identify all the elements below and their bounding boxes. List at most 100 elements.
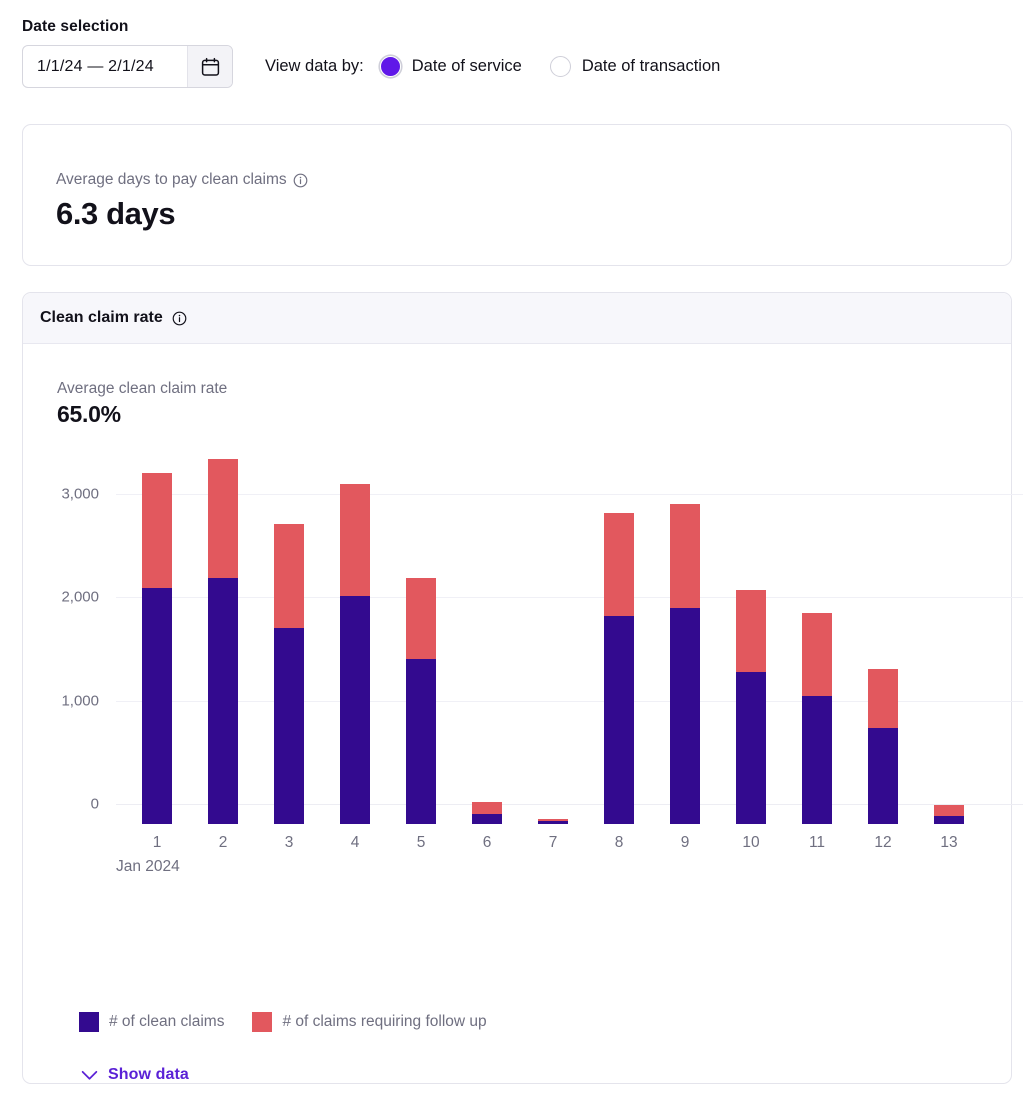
stacked-bar[interactable] <box>868 669 898 824</box>
bar-segment-clean-claims[interactable] <box>934 815 964 824</box>
kpi-value: 6.3 days <box>56 196 176 231</box>
bar-segment-follow-up[interactable] <box>802 613 832 696</box>
radio-date-of-transaction[interactable]: Date of transaction <box>549 56 721 77</box>
bar-segment-follow-up[interactable] <box>604 512 634 617</box>
x-axis-tick-label: 10 <box>742 834 760 851</box>
legend-item-clean-claims[interactable]: # of clean claims <box>79 1012 224 1032</box>
stacked-bar[interactable] <box>472 802 502 824</box>
average-days-to-pay-card: Average days to pay clean claims 6.3 day… <box>22 124 1012 266</box>
bar-segment-follow-up[interactable] <box>472 802 502 814</box>
chart-card-header: Clean claim rate <box>23 293 1011 344</box>
x-axis-tick-label: 8 <box>614 834 624 851</box>
stacked-bar[interactable] <box>142 472 172 824</box>
bar-segment-clean-claims[interactable] <box>736 672 766 824</box>
bar-slot[interactable] <box>784 494 850 824</box>
bar-segment-clean-claims[interactable] <box>274 627 304 824</box>
bar-segment-clean-claims[interactable] <box>538 820 568 824</box>
x-axis-tick-label: 3 <box>284 834 294 851</box>
radio-date-of-transaction-label: Date of transaction <box>581 57 721 75</box>
date-selection-section: Date selection View data by: Date of ser… <box>0 0 1034 88</box>
info-icon[interactable] <box>293 173 308 188</box>
show-data-label: Show data <box>108 1066 189 1083</box>
stacked-bar[interactable] <box>538 818 568 824</box>
stacked-bar[interactable] <box>604 512 634 824</box>
legend-label-clean-claims: # of clean claims <box>109 1013 225 1030</box>
radio-date-of-service-label: Date of service <box>411 57 522 75</box>
average-clean-claim-rate-value: 65.0% <box>57 401 121 427</box>
bar-segment-follow-up[interactable] <box>934 805 964 816</box>
bar-slot[interactable] <box>190 459 256 824</box>
date-range-input-group[interactable] <box>22 45 233 88</box>
bar-segment-follow-up[interactable] <box>736 590 766 673</box>
bar-segment-clean-claims[interactable] <box>340 595 370 824</box>
stacked-bar[interactable] <box>340 484 370 824</box>
bar-slot[interactable] <box>454 494 520 824</box>
x-axis-tick-label: 13 <box>940 834 958 851</box>
bar-slot[interactable] <box>916 494 982 824</box>
radio-indicator-selected[interactable] <box>379 56 401 77</box>
bar-segment-clean-claims[interactable] <box>142 588 172 824</box>
bar-segment-follow-up[interactable] <box>274 524 304 628</box>
radio-indicator-unselected[interactable] <box>549 56 571 77</box>
stacked-bar[interactable] <box>208 459 238 824</box>
bar-segment-clean-claims[interactable] <box>406 658 436 824</box>
calendar-button[interactable] <box>187 46 232 87</box>
bar-segment-clean-claims[interactable] <box>670 608 700 824</box>
x-axis-tick-label: 7 <box>548 834 558 851</box>
bar-slot[interactable] <box>322 484 388 824</box>
stacked-bar[interactable] <box>736 590 766 824</box>
bar-segment-clean-claims[interactable] <box>802 695 832 824</box>
stacked-bar[interactable] <box>274 524 304 824</box>
calendar-icon <box>201 57 220 77</box>
bar-segment-clean-claims[interactable] <box>472 813 502 824</box>
kpi-label-row: Average days to pay clean claims <box>56 171 1011 189</box>
x-axis-tick-label: 12 <box>874 834 892 851</box>
bar-segment-clean-claims[interactable] <box>604 616 634 824</box>
chart-legend: # of clean claims # of claims requiring … <box>79 1012 506 1032</box>
chart-card-title: Clean claim rate <box>40 309 163 326</box>
legend-swatch-clean-claims <box>79 1012 99 1032</box>
bar-segment-clean-claims[interactable] <box>208 578 238 824</box>
bar-group <box>124 459 1023 824</box>
kpi-label-text: Average days to pay clean claims <box>56 171 287 188</box>
stacked-bar[interactable] <box>934 805 964 824</box>
x-axis-tick-label: 6 <box>482 834 492 851</box>
stacked-bar[interactable] <box>802 613 832 824</box>
date-selection-label: Date selection <box>22 18 129 35</box>
y-axis-tick-label: 2,000 <box>61 588 99 606</box>
date-range-input[interactable] <box>23 46 187 87</box>
bar-slot[interactable] <box>256 494 322 824</box>
bar-slot[interactable] <box>586 494 652 824</box>
stacked-bar[interactable] <box>406 578 436 824</box>
radio-date-of-service[interactable]: Date of service <box>379 56 522 77</box>
bar-segment-clean-claims[interactable] <box>868 727 898 824</box>
bar-segment-follow-up[interactable] <box>208 459 238 579</box>
bar-slot[interactable] <box>388 494 454 824</box>
stacked-bar[interactable] <box>670 503 700 824</box>
x-axis-tick-label: 11 <box>808 834 826 851</box>
x-axis-tick-label: 1 <box>152 834 162 851</box>
y-axis-tick-label: 0 <box>90 795 99 813</box>
y-axis-tick-label: 1,000 <box>61 692 99 710</box>
bar-slot[interactable] <box>124 472 190 824</box>
x-axis-tick-label: 9 <box>680 834 690 851</box>
bar-slot[interactable] <box>718 494 784 824</box>
bar-segment-follow-up[interactable] <box>142 472 172 589</box>
bar-slot[interactable] <box>652 494 718 824</box>
bar-segment-follow-up[interactable] <box>670 503 700 609</box>
x-axis-tick-label: 4 <box>350 834 360 851</box>
x-axis-tick-label: 2 <box>218 834 228 851</box>
bar-segment-follow-up[interactable] <box>868 669 898 728</box>
legend-item-follow-up[interactable]: # of claims requiring follow up <box>252 1012 487 1032</box>
view-data-by-label: View data by: <box>265 57 364 75</box>
bar-segment-follow-up[interactable] <box>406 578 436 659</box>
view-data-by-radio-group: Date of service Date of transaction <box>379 56 749 77</box>
bar-segment-follow-up[interactable] <box>340 484 370 596</box>
info-icon[interactable] <box>172 311 187 326</box>
chart-body: Average clean claim rate 65.0% 0 1,000 2,0… <box>23 344 1023 1084</box>
x-axis-caption: Jan 2024 <box>116 858 180 875</box>
y-axis-tick-label: 3,000 <box>61 485 99 503</box>
show-data-toggle[interactable]: Show data <box>81 1066 189 1084</box>
bar-slot[interactable] <box>850 494 916 824</box>
bar-slot[interactable] <box>520 494 586 824</box>
